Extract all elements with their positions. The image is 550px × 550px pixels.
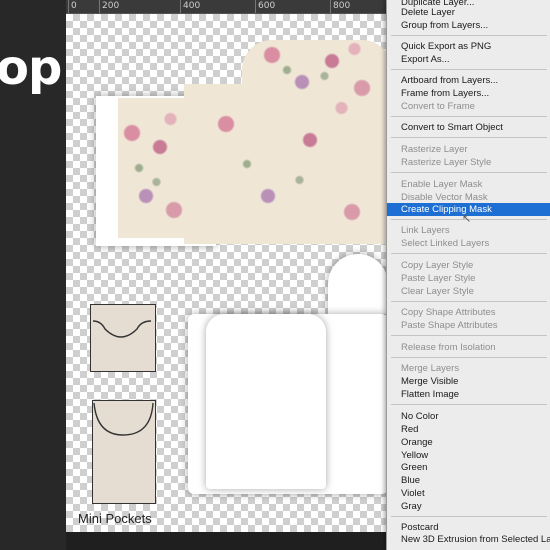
menu-item-convert-smart-object[interactable]: Convert to Smart Object [387,121,550,134]
menu-item-color-blue[interactable]: Blue [387,474,550,487]
menu-item-paste-shape-attributes: Paste Shape Attributes [401,320,498,331]
white-flap [328,254,386,314]
menu-item-enable-layer-mask: Enable Layer Mask [401,179,483,190]
brand-text: op [0,40,62,96]
menu-item-quick-export[interactable]: Quick Export as PNG [387,40,550,53]
menu-item-new-3d-extrusion[interactable]: New 3D Extrusion from Selected Layer [387,533,550,546]
menu-item-delete-layer[interactable]: Delete Layer [387,6,550,19]
menu-separator [391,35,547,36]
menu-separator [391,335,547,336]
menu-item-merge-visible[interactable]: Merge Visible [387,375,550,388]
menu-separator [391,301,547,302]
menu-item-color-gray[interactable]: Gray [387,500,550,513]
menu-separator [391,69,547,70]
floral-flap [242,40,386,100]
menu-item-color-none[interactable]: No Color [387,410,550,423]
floral-panel-main [184,84,386,244]
menu-item-convert-to-frame: Convert to Frame [401,101,475,112]
menu-separator [391,172,547,173]
ruler-tick [99,0,100,13]
canvas-caption: Mini Pockets [78,511,152,526]
menu-separator [391,404,547,405]
menu-item-select-linked-layers: Select Linked Layers [401,238,490,249]
left-panel: op [0,0,66,550]
menu-separator [391,516,547,517]
menu-item-copy-shape-attributes: Copy Shape Attributes [401,307,496,318]
menu-item-paste-layer-style: Paste Layer Style [401,273,476,284]
ruler-label: 0 [71,1,77,11]
menu-item-flatten-image[interactable]: Flatten Image [387,388,550,401]
rounded-outline [93,402,154,436]
menu-item-release-from-isolation: Release from Isolation [401,342,496,353]
menu-item-export-as[interactable]: Export As... [387,53,550,66]
menu-item-clear-layer-style: Clear Layer Style [401,286,474,297]
menu-item-rasterize-layer: Rasterize Layer [401,144,468,155]
menu-item-frame-from-layers[interactable]: Frame from Layers... [387,87,550,100]
menu-item-merge-layers: Merge Layers [401,363,460,374]
menu-separator [391,253,547,254]
menu-item-color-green[interactable]: Green [387,461,550,474]
ruler-tick [330,0,331,13]
menu-item-artboard-from-layers[interactable]: Artboard from Layers... [387,74,550,87]
ruler-tick [255,0,256,13]
menu-item-color-red[interactable]: Red [387,423,550,436]
menu-item-color-violet[interactable]: Violet [387,487,550,500]
menu-item-rasterize-layer-style: Rasterize Layer Style [401,157,492,168]
menu-item-group-from-layers[interactable]: Group from Layers... [387,19,550,32]
ruler-tick [180,0,181,13]
white-pocket-front [206,314,326,489]
floral-panel-small [118,98,188,238]
menu-separator [391,116,547,117]
menu-item-color-orange[interactable]: Orange [387,436,550,449]
template-card-scalloped [90,304,156,372]
ruler-label: 800 [333,1,351,11]
menu-separator [391,357,547,358]
ruler-label: 400 [183,1,201,11]
template-card-rounded [92,400,156,504]
ruler-tick [68,0,69,13]
ruler-label: 600 [258,1,276,11]
document-canvas[interactable]: Mini Pockets [66,14,386,532]
mouse-cursor-icon: ↖ [462,213,472,225]
status-bar [66,532,386,550]
ruler-label: 200 [102,1,120,11]
menu-separator [391,137,547,138]
layer-context-menu[interactable]: Duplicate Layer... Delete Layer Group fr… [386,0,550,550]
menu-item-link-layers: Link Layers [401,225,450,236]
scallop-outline [92,320,152,338]
menu-item-copy-layer-style: Copy Layer Style [401,260,474,271]
